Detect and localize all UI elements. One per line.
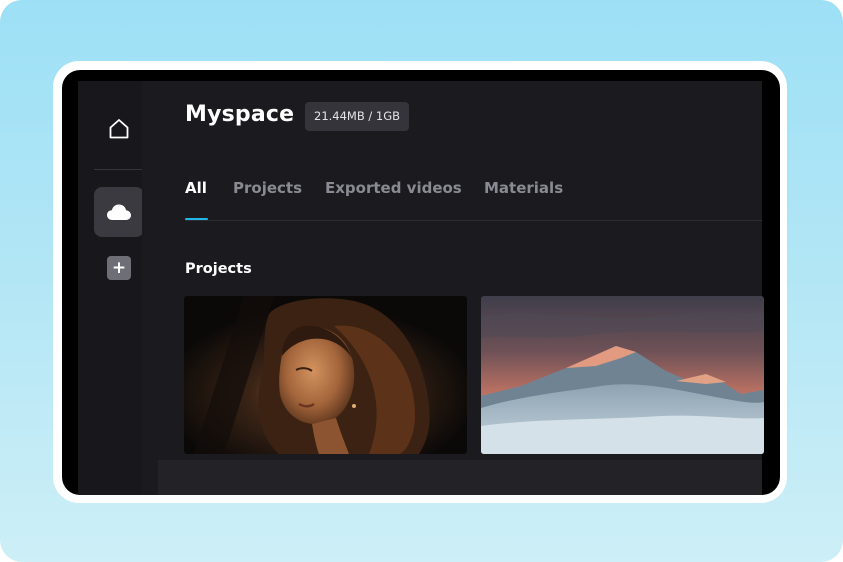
home-icon <box>109 119 129 139</box>
storage-badge: 21.44MB / 1GB <box>305 102 410 131</box>
sidebar: + <box>78 81 144 495</box>
project-thumbnail[interactable] <box>481 296 764 454</box>
add-space-button[interactable]: + <box>107 256 131 280</box>
tab-projects[interactable]: Projects <box>233 179 302 197</box>
tab-materials[interactable]: Materials <box>484 179 563 197</box>
project-thumbnail[interactable] <box>184 296 467 454</box>
tab-all[interactable]: All <box>185 179 207 197</box>
home-button[interactable] <box>104 114 134 144</box>
tabs-divider <box>185 220 762 221</box>
section-heading: Projects <box>185 261 252 277</box>
tab-exported-videos[interactable]: Exported videos <box>325 179 462 197</box>
app-screen: + Myspace 21.44MB / 1GB All Projects Exp… <box>62 70 780 495</box>
cloud-icon <box>107 204 131 220</box>
background-card: + Myspace 21.44MB / 1GB All Projects Exp… <box>0 0 843 562</box>
page-title: Myspace <box>185 102 295 127</box>
bottom-panel <box>158 460 762 495</box>
sidebar-divider <box>94 169 144 170</box>
cloud-space-button[interactable] <box>94 187 144 237</box>
main-content: Myspace 21.44MB / 1GB All Projects Expor… <box>142 81 764 495</box>
